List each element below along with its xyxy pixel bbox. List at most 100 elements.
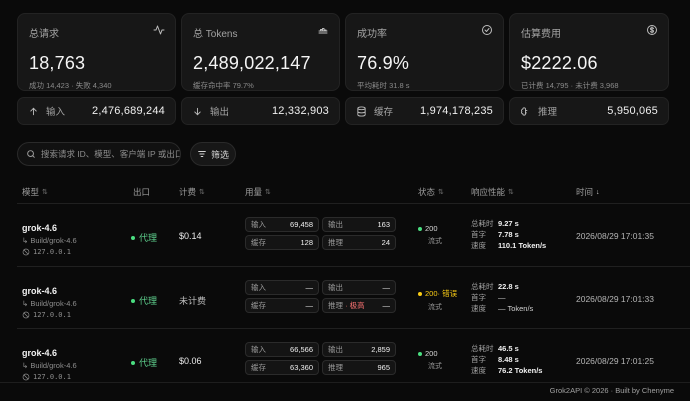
cost-value: $0.06: [179, 356, 202, 366]
cost-value: 未计费: [179, 296, 207, 306]
column-header-time[interactable]: 时间 ↓: [576, 186, 600, 198]
usage-grid: 输入 69,458 输出 163 缓存 128 推理 24: [245, 217, 396, 250]
stat-card-cost: 估算费用 $2222.06 已计费 14,795 · 未计费 3,968: [509, 13, 669, 91]
chip-value: 965: [377, 363, 390, 372]
perf-first: 8.48 s: [498, 355, 519, 364]
table-row[interactable]: grok-4.6 ↳ Build/grok-4.6 127.0.0.1 代理 未…: [0, 267, 690, 329]
stat-sub: 缓存命中率 79.7%: [193, 81, 254, 90]
egress-badge: 代理: [131, 356, 157, 369]
filter-button[interactable]: 筛选: [190, 142, 236, 166]
column-label: 响应性能: [471, 187, 506, 197]
chip-value: —: [382, 301, 391, 310]
ip-label: 127.0.0.1: [33, 373, 71, 381]
egress-label: 代理: [139, 358, 158, 368]
footer-credits: Grok2API © 2026 · Built by Chenyme: [549, 386, 674, 395]
usage-cache: 缓存 128: [245, 235, 319, 250]
column-label: 出口: [133, 187, 151, 197]
chip-label: 缓存: [251, 301, 266, 310]
token-label: 输入: [46, 107, 66, 118]
globe-icon: [22, 248, 30, 256]
stat-label: 估算费用: [521, 29, 561, 40]
column-header-model[interactable]: 模型 ⇅: [22, 186, 48, 198]
reasoning-effort-badge: · 极高: [345, 301, 365, 310]
time-value: 2026/08/29 17:01:35: [576, 231, 654, 241]
token-card-reasoning: 推理 5,950,065: [509, 97, 669, 125]
perf-cell: 总耗时 9.27 s 首字 7.78 s 速度 110.1 Token/s: [471, 218, 546, 251]
table-row[interactable]: grok-4.6 ↳ Build/grok-4.6 127.0.0.1 代理 $…: [0, 204, 690, 266]
activity-icon: [153, 25, 165, 35]
stat-card-requests: 总请求 18,763 成功 14,423 · 失败 4,340: [17, 13, 176, 91]
status-code-label: 200: [425, 289, 438, 298]
brain-icon: [521, 106, 528, 116]
status-code: 200 · 错误: [418, 288, 457, 299]
chip-value: 128: [300, 238, 313, 247]
cost-value: $0.14: [179, 231, 202, 241]
column-label: 用量: [245, 187, 263, 197]
status-cell: 200 · 错误 流式: [418, 288, 457, 312]
globe-icon: [22, 373, 30, 381]
status-error-label: · 错误: [437, 289, 458, 298]
status-code-label: 200: [425, 349, 438, 358]
perf-speed: 110.1 Token/s: [498, 241, 547, 250]
chip-label: 输出: [328, 220, 343, 229]
perf-label: 总耗时: [471, 282, 494, 291]
sort-icon: ⇅: [265, 189, 271, 196]
perf-label: 首字: [471, 293, 486, 302]
upstream-model: ↳ Build/grok-4.6: [22, 236, 77, 245]
usage-input: 输入 69,458: [245, 217, 319, 232]
status-mode: 流式: [428, 238, 442, 245]
model-cell: grok-4.6 ↳ Build/grok-4.6 127.0.0.1: [22, 286, 77, 319]
egress-badge: 代理: [131, 294, 157, 307]
perf-first: —: [498, 293, 506, 302]
database-icon: [357, 105, 366, 117]
token-label: 推理: [538, 107, 558, 118]
search-icon: [27, 150, 35, 158]
status-cell: 200 流式: [418, 349, 442, 371]
chip-label: 缓存: [251, 238, 266, 247]
perf-cell: 总耗时 22.8 s 首字 — 速度 — Token/s: [471, 281, 533, 314]
egress-label: 代理: [139, 233, 158, 243]
column-header-usage[interactable]: 用量 ⇅: [245, 186, 271, 198]
ip-label: 127.0.0.1: [33, 248, 71, 256]
perf-label: 速度: [471, 366, 486, 375]
model-cell: grok-4.6 ↳ Build/grok-4.6 127.0.0.1: [22, 348, 77, 381]
stat-label: 总请求: [29, 29, 59, 40]
perf-cell: 总耗时 46.5 s 首字 8.48 s 速度 76.2 Token/s: [471, 343, 542, 376]
status-dot: [131, 298, 135, 303]
perf-total: 9.27 s: [498, 219, 519, 228]
reasoning-label: 推理: [328, 363, 343, 372]
upstream-label: Build/grok-4.6: [30, 299, 77, 308]
model-name: grok-4.6: [22, 286, 58, 296]
perf-total: 46.5 s: [498, 344, 519, 353]
perf-label: 首字: [471, 355, 486, 364]
token-value: 2,476,689,244: [92, 105, 165, 117]
stat-sub: 平均耗时 31.8 s: [357, 81, 410, 90]
usage-input: 输入 —: [245, 280, 319, 295]
chip-value: —: [305, 301, 314, 310]
token-label: 输出: [210, 107, 230, 118]
search-input[interactable]: [40, 149, 180, 159]
status-dot: [418, 226, 422, 231]
usage-reasoning: 推理 24: [322, 235, 396, 250]
perf-speed: — Token/s: [498, 304, 534, 313]
column-header-status[interactable]: 状态 ⇅: [418, 186, 444, 198]
column-header-perf[interactable]: 响应性能 ⇅: [471, 186, 514, 198]
check-circle-icon: [482, 25, 492, 35]
token-value: 12,332,903: [271, 105, 329, 117]
perf-total: 22.8 s: [498, 282, 519, 291]
column-header-cost[interactable]: 计费 ⇅: [179, 186, 205, 198]
status-dot: [131, 235, 135, 240]
arrow-down-icon: [194, 107, 201, 115]
stat-value: 2,489,022,147: [193, 53, 311, 73]
perf-label: 总耗时: [471, 344, 494, 353]
sort-icon: ⇅: [508, 189, 514, 196]
model-name: grok-4.6: [22, 223, 58, 233]
status-mode: 流式: [428, 304, 442, 311]
sort-icon: ⇅: [438, 189, 444, 196]
egress-badge: 代理: [131, 231, 157, 244]
token-label: 缓存: [374, 107, 394, 118]
upstream-model: ↳ Build/grok-4.6: [22, 361, 77, 370]
status-cell: 200 流式: [418, 224, 442, 246]
sort-icon: ⇅: [42, 189, 48, 196]
search-box[interactable]: [17, 142, 181, 166]
